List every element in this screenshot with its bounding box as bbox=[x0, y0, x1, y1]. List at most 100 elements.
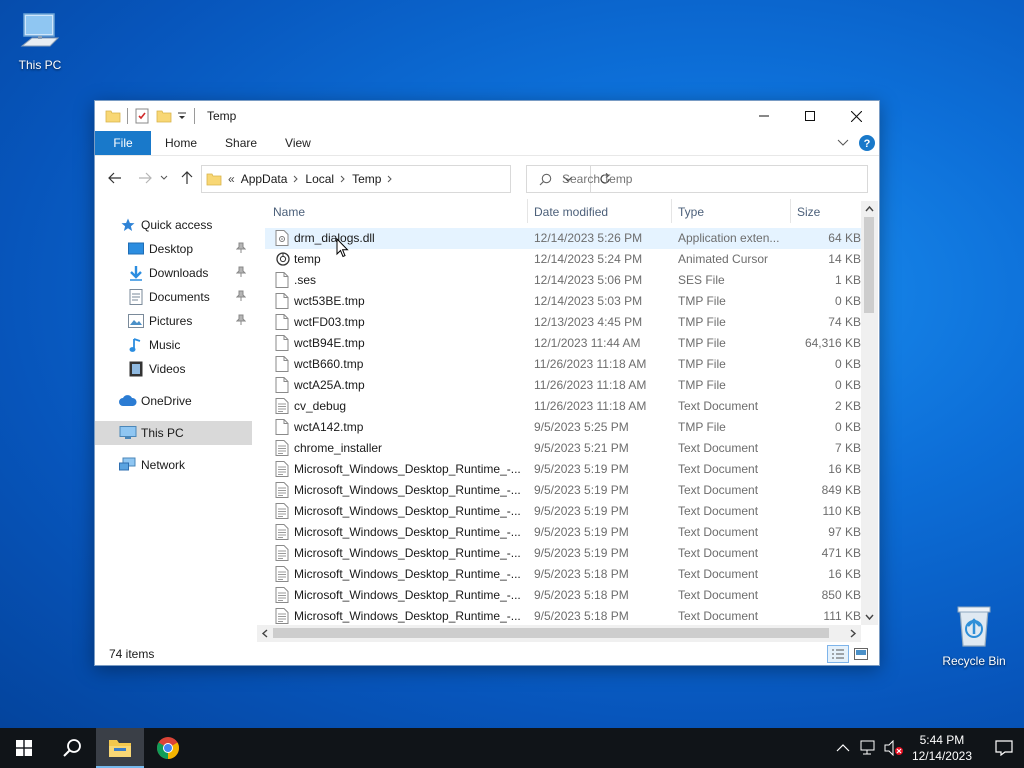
search-box[interactable] bbox=[526, 165, 868, 193]
scrollbar-thumb[interactable] bbox=[864, 217, 874, 313]
file-row[interactable]: Microsoft_Windows_Desktop_Runtime_-... 9/… bbox=[265, 522, 861, 543]
blank-file-icon bbox=[275, 314, 289, 333]
nav-label: Quick access bbox=[141, 218, 213, 232]
file-row[interactable]: wctFD03.tmp 12/13/2023 4:45 PM TMP File 74 … bbox=[265, 312, 861, 333]
nav-item-documents[interactable]: Documents bbox=[95, 285, 252, 309]
horizontal-scrollbar[interactable] bbox=[257, 625, 861, 642]
file-row[interactable]: Microsoft_Windows_Desktop_Runtime_-... 9/… bbox=[265, 480, 861, 501]
file-type: TMP File bbox=[678, 315, 726, 329]
tab-share[interactable]: Share bbox=[211, 131, 271, 155]
nav-item-onedrive[interactable]: OneDrive bbox=[95, 389, 252, 413]
nav-item-pictures[interactable]: Pictures bbox=[95, 309, 252, 333]
column-divider[interactable] bbox=[790, 199, 791, 223]
nav-item-network[interactable]: Network bbox=[95, 453, 252, 477]
file-size: 110 KB bbox=[822, 504, 861, 518]
file-row[interactable]: chrome_installer 9/5/2023 5:21 PM Text Doc… bbox=[265, 438, 861, 459]
vertical-scrollbar[interactable] bbox=[861, 201, 878, 625]
file-row[interactable]: Microsoft_Windows_Desktop_Runtime_-... 9/… bbox=[265, 585, 861, 606]
network-status-icon[interactable] bbox=[860, 740, 878, 756]
taskbar-chrome[interactable] bbox=[144, 728, 192, 768]
action-center-button[interactable] bbox=[984, 728, 1024, 768]
desktop-icon-this-pc[interactable]: This PC bbox=[2, 10, 78, 72]
title-bar[interactable]: Temp bbox=[95, 101, 879, 131]
breadcrumb-temp[interactable]: Temp bbox=[346, 172, 387, 186]
minimize-button[interactable] bbox=[741, 101, 787, 131]
file-row[interactable]: Microsoft_Windows_Desktop_Runtime_-... 9/… bbox=[265, 606, 861, 627]
pin-icon bbox=[235, 290, 247, 301]
column-header-size[interactable]: Size bbox=[797, 205, 820, 219]
recent-locations-button[interactable] bbox=[157, 166, 171, 190]
column-header-name[interactable]: Name bbox=[273, 205, 305, 219]
breadcrumb-local[interactable]: Local bbox=[299, 172, 340, 186]
nav-item-downloads[interactable]: Downloads bbox=[95, 261, 252, 285]
system-tray: 5:44 PM 12/14/2023 bbox=[836, 728, 1024, 768]
desktop-icon-label: This PC bbox=[18, 58, 62, 72]
address-bar[interactable]: « AppData Local Temp bbox=[201, 165, 610, 193]
volume-muted-icon[interactable] bbox=[884, 740, 904, 756]
customize-dropdown-icon[interactable] bbox=[176, 108, 188, 124]
details-view-button[interactable] bbox=[827, 645, 849, 663]
search-input[interactable] bbox=[562, 172, 842, 186]
file-row[interactable]: wctA25A.tmp 11/26/2023 11:18 AM TMP File 0 … bbox=[265, 375, 861, 396]
breadcrumb-overflow[interactable]: « bbox=[228, 172, 235, 186]
nav-item-music[interactable]: Music bbox=[95, 333, 252, 357]
file-row[interactable]: wctB660.tmp 11/26/2023 11:18 AM TMP File 0 … bbox=[265, 354, 861, 375]
pin-icon bbox=[235, 314, 247, 325]
chevron-up-icon[interactable] bbox=[836, 743, 850, 753]
new-folder-icon[interactable] bbox=[156, 108, 172, 124]
nav-item-this-pc[interactable]: This PC bbox=[95, 421, 252, 445]
column-divider[interactable] bbox=[527, 199, 528, 223]
text-file-icon bbox=[275, 440, 289, 459]
tab-home[interactable]: Home bbox=[151, 131, 211, 155]
tab-file[interactable]: File bbox=[95, 131, 151, 155]
cloud-icon bbox=[119, 395, 137, 406]
column-header-type[interactable]: Type bbox=[678, 205, 704, 219]
file-row[interactable]: Microsoft_Windows_Desktop_Runtime_-... 9/… bbox=[265, 501, 861, 522]
large-icons-view-button[interactable] bbox=[851, 645, 871, 663]
maximize-button[interactable] bbox=[787, 101, 833, 131]
file-row[interactable]: cv_debug 11/26/2023 11:18 AM Text Document… bbox=[265, 396, 861, 417]
expand-ribbon-icon[interactable] bbox=[837, 139, 849, 147]
start-button[interactable] bbox=[0, 728, 48, 768]
nav-item-desktop[interactable]: Desktop bbox=[95, 237, 252, 261]
clock[interactable]: 5:44 PM 12/14/2023 bbox=[912, 732, 972, 764]
back-button[interactable] bbox=[103, 166, 127, 190]
close-button[interactable] bbox=[833, 101, 879, 131]
file-row[interactable]: wctA142.tmp 9/5/2023 5:25 PM TMP File 0 KB bbox=[265, 417, 861, 438]
file-type: Text Document bbox=[678, 567, 759, 581]
column-divider[interactable] bbox=[671, 199, 672, 223]
file-row[interactable]: Microsoft_Windows_Desktop_Runtime_-... 9/… bbox=[265, 543, 861, 564]
file-row[interactable]: temp 12/14/2023 5:24 PM Animated Cursor 14 … bbox=[265, 249, 861, 270]
file-row[interactable]: wctB94E.tmp 12/1/2023 11:44 AM TMP File 64,… bbox=[265, 333, 861, 354]
forward-button[interactable] bbox=[133, 166, 157, 190]
text-file-icon bbox=[275, 482, 289, 501]
breadcrumb-appdata[interactable]: AppData bbox=[235, 172, 294, 186]
taskbar-file-explorer[interactable] bbox=[96, 728, 144, 768]
scrollbar-thumb[interactable] bbox=[273, 628, 829, 638]
file-row[interactable]: Microsoft_Windows_Desktop_Runtime_-... 9/… bbox=[265, 459, 861, 480]
help-icon[interactable]: ? bbox=[859, 135, 875, 151]
scroll-up-icon[interactable] bbox=[861, 201, 878, 217]
file-name: Microsoft_Windows_Desktop_Runtime_-... bbox=[294, 567, 520, 581]
search-taskbar-button[interactable] bbox=[48, 728, 96, 768]
chevron-right-icon[interactable] bbox=[387, 175, 393, 183]
up-button[interactable] bbox=[175, 166, 199, 190]
tab-view[interactable]: View bbox=[271, 131, 325, 155]
file-row[interactable]: .ses 12/14/2023 5:06 PM SES File 1 KB bbox=[265, 270, 861, 291]
scroll-down-icon[interactable] bbox=[861, 609, 878, 625]
nav-item-quick-access[interactable]: Quick access bbox=[95, 213, 252, 237]
column-header-date[interactable]: Date modified bbox=[534, 205, 608, 219]
text-file-icon bbox=[275, 587, 289, 606]
nav-item-videos[interactable]: Videos bbox=[95, 357, 252, 381]
file-name: .ses bbox=[294, 273, 317, 287]
content-area: Quick access Desktop Downloads Documents… bbox=[95, 199, 879, 641]
file-row[interactable]: drm_dialogs.dll 12/14/2023 5:26 PM Applica… bbox=[265, 228, 861, 249]
properties-icon[interactable] bbox=[134, 108, 150, 124]
desktop-icon-recycle-bin[interactable]: Recycle Bin bbox=[936, 602, 1012, 668]
nav-label: Music bbox=[149, 338, 181, 352]
scroll-right-icon[interactable] bbox=[845, 625, 861, 642]
file-row[interactable]: wct53BE.tmp 12/14/2023 5:03 PM TMP File 0 K… bbox=[265, 291, 861, 312]
scroll-left-icon[interactable] bbox=[257, 625, 273, 642]
file-row[interactable]: Microsoft_Windows_Desktop_Runtime_-... 9/… bbox=[265, 564, 861, 585]
nav-label: Videos bbox=[149, 362, 186, 376]
